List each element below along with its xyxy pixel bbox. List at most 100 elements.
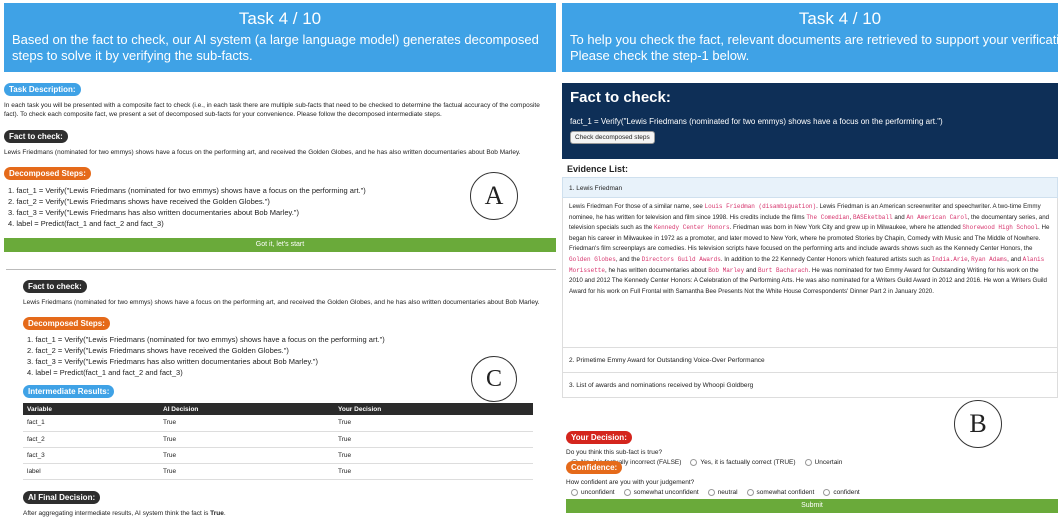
ai-decision-cell: True [159, 447, 334, 464]
confidence-options: unconfident somewhat unconfident neutral… [566, 489, 1058, 496]
confidence-section: Confidence: How confident are you with y… [566, 457, 1058, 496]
ai-decision-cell: True [159, 463, 334, 480]
option-label: neutral [717, 489, 738, 496]
fact-to-check-section: Fact to check: Lewis Friedmans (nominate… [4, 126, 556, 157]
option-label: somewhat unconfident [633, 489, 699, 496]
right-header-line1: To help you check the fact, relevant doc… [570, 32, 1058, 47]
intermediate-results-label: Intermediate Results: [23, 385, 115, 398]
check-decomposed-steps-button[interactable]: Check decomposed steps [570, 131, 655, 144]
table-row: label True True [23, 463, 533, 480]
column-header: Variable [23, 403, 159, 415]
final-value: True [210, 509, 224, 517]
evidence-text: , and the [615, 255, 642, 263]
ai-final-decision-text: After aggregating intermediate results, … [23, 509, 553, 517]
divider [6, 269, 556, 270]
right-panel: Task 4 / 10 To help you check the fact, … [562, 0, 1058, 517]
highlighted-entity: Directors Guild Awards [641, 255, 721, 263]
right-task-counter: Task 4 / 10 [798, 9, 882, 28]
highlighted-entity: An American Carol [906, 213, 968, 221]
fact-box-title: Fact to check: [570, 89, 671, 106]
panel-c-fact-label: Fact to check: [23, 280, 87, 293]
table-row: fact_2 True True [23, 431, 533, 448]
ai-final-decision-label: AI Final Decision: [23, 490, 101, 504]
table-header-row: Variable AI Decision Your Decision [23, 403, 533, 415]
confidence-label: Confidence: [566, 461, 623, 474]
highlighted-entity: Bob Marley [708, 266, 745, 274]
left-task-counter: Task 4 / 10 [238, 9, 322, 28]
task-description-label: Task Description: [4, 83, 81, 96]
highlighted-entity: India.Arie [931, 255, 968, 263]
ai-decision-cell: True [159, 431, 334, 448]
left-header: Task 4 / 10 Based on the fact to check, … [4, 3, 556, 72]
your-decision-label: Your Decision: [566, 431, 632, 444]
evidence-text: and [892, 213, 907, 221]
left-panel: Task 4 / 10 Based on the fact to check, … [0, 0, 556, 517]
left-header-subtitle: Based on the fact to check, our AI syste… [12, 32, 539, 63]
evidence-text: , he has written documentaries about [605, 266, 709, 274]
your-decision-cell: True [334, 431, 533, 448]
evidence-section: Evidence List: 1. Lewis Friedman Lewis F… [562, 161, 1058, 398]
variable-cell: label [23, 463, 159, 480]
evidence-text: , and [1007, 255, 1023, 263]
radio-somewhat-confident[interactable] [746, 489, 754, 496]
decision-question: Do you think this sub-fact is true? [566, 449, 663, 456]
task-description-section: Task Description: In each task you will … [4, 79, 556, 119]
right-header-line2: Please check the step-1 below. [570, 48, 750, 63]
column-header: AI Decision [159, 403, 334, 415]
intermediate-results-table: Variable AI Decision Your Decision fact_… [23, 403, 533, 480]
fact-to-check-text: Lewis Friedmans (nominated for two emmys… [4, 149, 521, 156]
fact-box: Fact to check: fact_1 = Verify("Lewis Fr… [562, 83, 1058, 159]
option-label: unconfident [581, 489, 615, 496]
highlighted-entity: BASEketball [852, 213, 893, 221]
decomposed-steps-label: Decomposed Steps: [4, 167, 91, 180]
task-description-text: In each task you will be presented with … [4, 102, 540, 118]
panel-c-fact-text: Lewis Friedmans (nominated for two emmys… [23, 299, 540, 306]
final-text-prefix: After aggregating intermediate results, … [23, 509, 211, 517]
highlighted-entity: The Comedian [806, 213, 850, 221]
final-text-suffix: . [223, 509, 226, 517]
highlighted-entity: Shorewood High School [962, 224, 1039, 232]
evidence-item-1-body: Lewis Friedman For those of a similar na… [562, 198, 1058, 348]
got-it-button[interactable]: Got it, let's start [4, 238, 556, 252]
evidence-item-3-header[interactable]: 3. List of awards and nominations receiv… [562, 373, 1058, 398]
marker-c: C [471, 356, 517, 402]
evidence-item-2-header[interactable]: 2. Primetime Emmy Award for Outstanding … [562, 348, 1058, 373]
option-label: confident [833, 489, 860, 496]
highlighted-entity: Kennedy Center Honors [653, 224, 730, 232]
right-header: Task 4 / 10 To help you check the fact, … [562, 3, 1058, 72]
column-header: Your Decision [334, 403, 533, 415]
table-row: fact_1 True True [23, 415, 533, 432]
option-label: somewhat confident [756, 489, 815, 496]
highlighted-entity: Louis Friedman (disambiguation) [704, 203, 817, 210]
highlighted-entity: Ryan Adams [971, 255, 1008, 263]
radio-unconfident[interactable] [571, 489, 578, 496]
decomposed-step: 2. fact_2 = Verify("Lewis Friedmans show… [27, 346, 289, 355]
evidence-text: and [744, 266, 758, 274]
decomposed-step: 4. label = Predict(fact_1 and fact_2 and… [8, 219, 164, 228]
panel-c-decomposed-label: Decomposed Steps: [23, 317, 110, 330]
highlighted-entity: Golden Globes [569, 255, 616, 263]
fact-to-check-label: Fact to check: [4, 130, 68, 143]
variable-cell: fact_1 [23, 415, 159, 432]
ai-decision-cell: True [159, 415, 334, 432]
radio-confident[interactable] [823, 489, 831, 496]
fact-box-text: fact_1 = Verify("Lewis Friedmans (nomina… [570, 117, 943, 126]
radio-neutral[interactable] [707, 489, 715, 496]
table-row: fact_3 True True [23, 447, 533, 464]
variable-cell: fact_2 [23, 431, 159, 448]
highlighted-entity: Burt Bacharach [757, 266, 809, 274]
evidence-text: Lewis Friedman For those of a similar na… [569, 203, 705, 210]
panel-c: Fact to check: Lewis Friedmans (nominate… [23, 276, 553, 517]
your-decision-cell: True [334, 447, 533, 464]
evidence-item-1-header[interactable]: 1. Lewis Friedman [562, 177, 1058, 198]
submit-button[interactable]: Submit [566, 499, 1058, 513]
marker-a: A [470, 172, 518, 220]
evidence-text: . Friedman was born in New York City and… [729, 224, 963, 232]
marker-b: B [954, 400, 1002, 448]
your-decision-cell: True [334, 463, 533, 480]
radio-somewhat-unconfident[interactable] [623, 489, 631, 496]
evidence-text: . In addition to the 22 Kennedy Center H… [720, 255, 932, 263]
your-decision-cell: True [334, 415, 533, 432]
variable-cell: fact_3 [23, 447, 159, 464]
confidence-question: How confident are you with your judgemen… [566, 479, 695, 486]
